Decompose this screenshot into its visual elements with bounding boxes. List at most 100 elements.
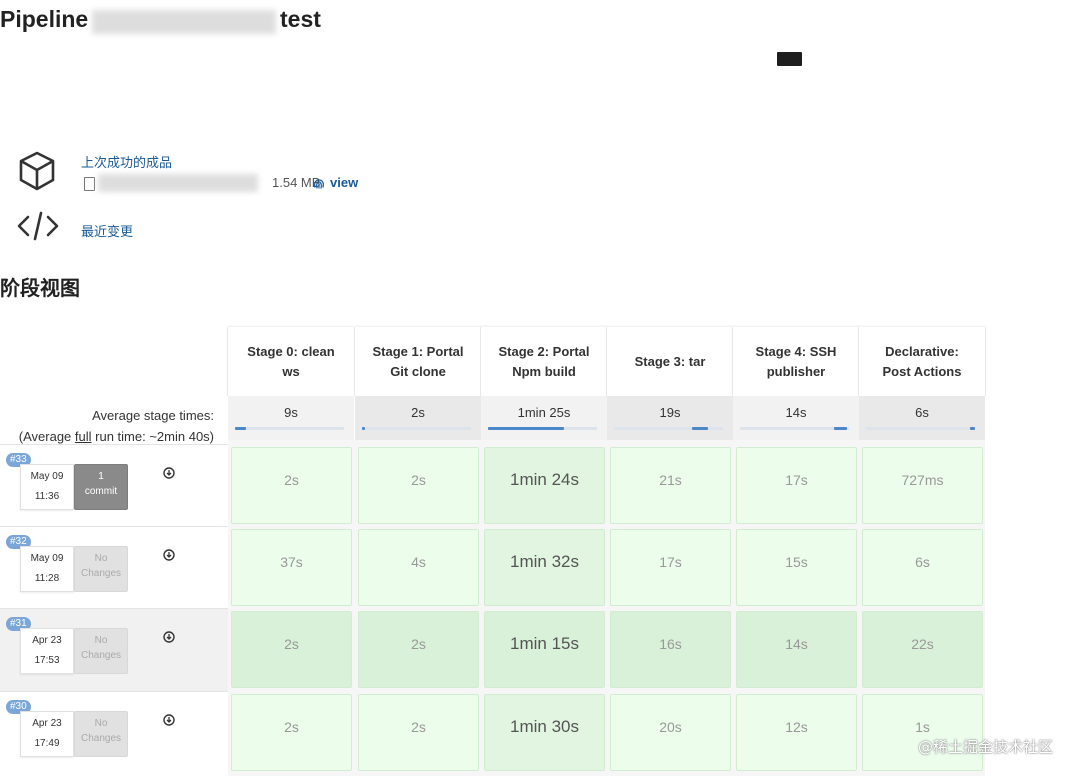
download-circle-icon[interactable]	[163, 467, 175, 479]
build-time: 17:49	[34, 738, 60, 749]
stage-duration-cell[interactable]: 20s	[610, 694, 731, 771]
redacted-title-block	[92, 10, 276, 34]
avg-time-text: 2s	[411, 405, 425, 420]
artifact-file-row: 1.54 MB view	[84, 174, 374, 192]
stage-header-1: Stage 1: Portal Git clone	[355, 327, 481, 396]
stage-duration-cell[interactable]: 17s	[736, 447, 857, 524]
changes-line2: Changes	[80, 650, 122, 661]
full-run-time-link[interactable]: full	[75, 429, 92, 444]
avg-stage-time-5: 6s	[859, 396, 985, 440]
stage-header-label: Stage 4: SSH publisher	[756, 342, 837, 382]
stage-duration-cell[interactable]: 16s	[610, 611, 731, 688]
avg-progress-fill	[488, 427, 564, 430]
stage-name-line1: Stage 2: Portal	[498, 343, 590, 359]
changes-line1: No	[94, 553, 108, 564]
package-cube-icon	[19, 151, 55, 191]
avg-stage-time-1: 2s	[355, 396, 481, 440]
stage-name-line1: Stage 1: Portal	[372, 343, 464, 359]
avg-time-text: 9s	[284, 405, 298, 420]
stage-duration-cell[interactable]: 727ms	[862, 447, 983, 524]
stage-duration-cell[interactable]: 2s	[358, 447, 479, 524]
avg-progress-bar	[614, 427, 723, 430]
stage-name-line1: Declarative:	[885, 343, 959, 359]
redacted-chip	[777, 52, 802, 66]
stage-duration-cell[interactable]: 15s	[736, 529, 857, 606]
avg-progress-fill	[235, 427, 246, 430]
run-row-1[interactable]: #32 May 09 11:28 No Changes	[0, 526, 228, 609]
stage-duration-cell[interactable]: 4s	[358, 529, 479, 606]
code-brackets-icon	[17, 211, 59, 241]
build-date: Apr 23	[32, 718, 62, 729]
stage-duration-cell[interactable]: 1min 15s	[484, 611, 605, 688]
stage-header-2: Stage 2: Portal Npm build	[481, 327, 607, 396]
stage-duration-cell[interactable]: 37s	[231, 529, 352, 606]
view-fingerprint-link[interactable]: view	[330, 175, 358, 190]
last-successful-artifacts-link[interactable]: 上次成功的成品	[81, 152, 172, 171]
commit-count-button[interactable]: 1 commit	[74, 464, 128, 510]
changes-line1: 1	[98, 471, 104, 482]
avg-time-text: 19s	[659, 405, 681, 420]
no-changes-box: No Changes	[74, 711, 128, 757]
stage-header-0: Stage 0: clean ws	[228, 327, 354, 396]
stage-duration-cell[interactable]: 22s	[862, 611, 983, 688]
avg-progress-fill	[692, 427, 708, 430]
stage-header-label: Stage 3: tar	[635, 352, 706, 372]
download-circle-icon[interactable]	[163, 714, 175, 726]
build-date-box: May 09 11:28	[20, 546, 74, 592]
stage-name-line2: Git clone	[390, 363, 446, 379]
stage-duration-cell[interactable]: 1s	[862, 694, 983, 771]
stage-duration-cell[interactable]: 2s	[231, 611, 352, 688]
stage-duration-cell[interactable]: 6s	[862, 529, 983, 606]
stage-duration-cell[interactable]: 14s	[736, 611, 857, 688]
build-time: 11:36	[34, 491, 60, 502]
stage-view-title: 阶段视图	[0, 276, 80, 300]
stage-header-3: Stage 3: tar	[607, 327, 733, 396]
avg-stage-time-3: 19s	[607, 396, 733, 440]
stage-name-line2: Post Actions	[882, 363, 962, 379]
title-suffix: test	[280, 6, 321, 32]
avg-label-suffix: run time: ~2min 40s)	[91, 429, 214, 444]
fingerprint-icon[interactable]	[312, 176, 326, 190]
avg-time-text: 1min 25s	[517, 405, 571, 420]
stage-name-line1: Stage 3: tar	[634, 353, 706, 369]
title-prefix: Pipeline	[0, 6, 89, 32]
no-changes-box: No Changes	[74, 546, 128, 592]
redacted-file-name[interactable]	[98, 174, 258, 192]
run-row-2[interactable]: #31 Apr 23 17:53 No Changes	[0, 608, 228, 691]
page-title: Pipeline test	[0, 6, 400, 36]
download-circle-icon[interactable]	[163, 549, 175, 561]
stage-duration-cell[interactable]: 2s	[231, 447, 352, 524]
changes-line2: commit	[84, 486, 118, 497]
stage-header-5: Declarative: Post Actions	[859, 327, 985, 396]
stage-header-4: Stage 4: SSH publisher	[733, 327, 859, 396]
build-date-box: May 09 11:36	[20, 464, 74, 510]
recent-changes-link[interactable]: 最近变更	[81, 221, 133, 240]
download-circle-icon[interactable]	[163, 631, 175, 643]
no-changes-box: No Changes	[74, 628, 128, 674]
changes-line1: No	[94, 635, 108, 646]
stage-header-label: Stage 2: Portal Npm build	[498, 342, 589, 382]
stage-duration-cell[interactable]: 17s	[610, 529, 731, 606]
stage-duration-cell[interactable]: 1min 32s	[484, 529, 605, 606]
stage-header-label: Declarative: Post Actions	[883, 342, 962, 382]
avg-stage-time-0: 9s	[228, 396, 354, 440]
stage-name-line2: publisher	[766, 363, 826, 379]
stage-duration-cell[interactable]: 12s	[736, 694, 857, 771]
stage-duration-cell[interactable]: 1min 24s	[484, 447, 605, 524]
stage-duration-cell[interactable]: 2s	[358, 694, 479, 771]
stage-name-line1: Stage 4: SSH	[755, 343, 837, 359]
run-row-0[interactable]: #33 May 09 11:36 1 commit	[0, 444, 228, 527]
run-row-3[interactable]: #30 Apr 23 17:49 No Changes	[0, 691, 228, 774]
stage-duration-cell[interactable]: 2s	[358, 611, 479, 688]
avg-progress-bar	[235, 427, 344, 430]
stage-duration-cell[interactable]: 2s	[231, 694, 352, 771]
stage-header-label: Stage 0: clean ws	[247, 342, 334, 382]
changes-line2: Changes	[80, 733, 122, 744]
build-date: May 09	[30, 471, 64, 482]
stage-duration-cell[interactable]: 1min 30s	[484, 694, 605, 771]
avg-stage-time-2: 1min 25s	[481, 396, 607, 440]
avg-stage-time-4: 14s	[733, 396, 859, 440]
average-stage-times-label: Average stage times: (Average full run t…	[19, 405, 214, 447]
stage-header-label: Stage 1: Portal Git clone	[372, 342, 463, 382]
stage-duration-cell[interactable]: 21s	[610, 447, 731, 524]
